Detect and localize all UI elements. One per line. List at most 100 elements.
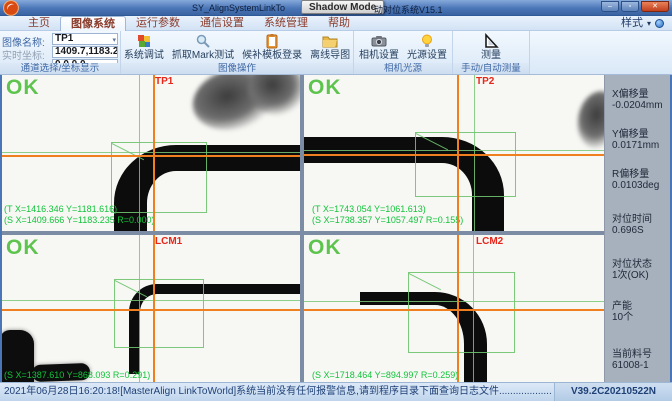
camera-label: LCM2	[476, 236, 503, 247]
coord-line: (S X=1409.666 Y=1183.235 R=0.000)	[4, 215, 155, 225]
light-settings-button[interactable]: 光源设置	[403, 32, 451, 61]
crosshair-h	[2, 309, 300, 311]
roi-diagonal	[416, 133, 449, 150]
image-name-select[interactable]: TP1 ▾	[52, 33, 118, 45]
camera-label: LCM1	[155, 236, 182, 247]
result-align-status: 对位状态 1次(OK)	[612, 259, 668, 281]
camera-settings-button[interactable]: 相机设置	[355, 32, 403, 61]
chevron-down-icon: ▾	[647, 16, 651, 31]
result-sidebar: X偏移量 -0.0204mm Y偏移量 0.0171mm R偏移量 0.0103…	[604, 75, 670, 382]
combo-arrow-icon: ▾	[112, 36, 116, 45]
coord-line: (S X=1718.464 Y=894.997 R=0.259)	[312, 370, 458, 380]
tab-help[interactable]: 帮助	[318, 16, 360, 31]
folder-icon	[322, 33, 338, 49]
result-value: 10个	[612, 312, 668, 323]
camera-view-tp2[interactable]: OK TP2 (T X=1743.054 Y=1061.613) (S X=17…	[304, 75, 604, 231]
crosshair-h	[2, 155, 300, 157]
horizontal-splitter[interactable]	[2, 231, 604, 235]
camera-label: TP2	[476, 76, 494, 87]
result-value: 0.0103deg	[612, 180, 668, 191]
style-menu[interactable]: 样式 ▾	[621, 16, 664, 31]
result-label: Y偏移量	[612, 129, 668, 140]
status-message: 2021年06月28日16:20:18![MasterAlign LinkToW…	[4, 383, 552, 401]
search-roi-box	[111, 142, 207, 213]
result-throughput: 产能 10个	[612, 301, 668, 323]
result-label: 对位时间	[612, 214, 668, 225]
app-logo-icon[interactable]	[3, 0, 19, 16]
measure-label: 测量	[481, 50, 501, 61]
ribbon: 图像名称: TP1 ▾ 实时坐标: 1409.7,1183.2 目标原点: 0.…	[0, 31, 672, 75]
tab-system-mgmt[interactable]: 系统管理	[254, 16, 318, 31]
window-title-left: SY_AlignSystemLinkTo	[192, 3, 285, 13]
result-align-time: 对位时间 0.696S	[612, 214, 668, 236]
image-name-row: 图像名称: TP1 ▾	[2, 33, 118, 45]
crosshair-v	[153, 75, 155, 231]
roi-diagonal	[409, 273, 442, 290]
search-roi-box	[408, 272, 515, 353]
measure-button[interactable]: 测量	[477, 32, 505, 61]
system-debug-label: 系统调试	[124, 50, 164, 61]
tab-home[interactable]: 主页	[18, 16, 60, 31]
tab-image-system[interactable]: 图像系统	[60, 16, 126, 31]
measure-buttons: 测量	[453, 32, 529, 63]
minimize-button[interactable]: –	[601, 1, 619, 12]
roi-diagonal	[115, 280, 148, 297]
search-roi-box	[114, 279, 204, 348]
search-roi-box	[415, 132, 516, 197]
viewport-area: OK TP1 (T X=1416.346 Y=1181.616) (S X=14…	[0, 75, 672, 382]
tab-comm-settings[interactable]: 通信设置	[190, 16, 254, 31]
tab-run-params[interactable]: 运行参数	[126, 16, 190, 31]
magnifier-icon	[195, 33, 211, 49]
camera-settings-label: 相机设置	[359, 50, 399, 61]
result-label: R偏移量	[612, 169, 668, 180]
result-label: X偏移量	[612, 89, 668, 100]
offline-map-button[interactable]: 离线导图	[306, 32, 354, 61]
camera-view-tp1[interactable]: OK TP1 (T X=1416.346 Y=1181.616) (S X=14…	[2, 75, 300, 231]
result-label: 当前料号	[612, 349, 668, 360]
system-debug-button[interactable]: 系统调试	[120, 32, 168, 61]
cube-icon	[136, 33, 152, 49]
realtime-coord-value: 1409.7,1183.2	[55, 46, 118, 57]
group-caption-camera-light: 相机光源	[354, 63, 452, 74]
camera-light-buttons: 相机设置 光源设置	[354, 32, 452, 63]
crosshair-h	[304, 154, 604, 156]
clipboard-icon	[264, 33, 280, 49]
status-bar: 2021年06月28日16:20:18![MasterAlign LinkToW…	[0, 382, 672, 401]
bulb-icon	[419, 33, 435, 49]
style-menu-label: 样式	[621, 16, 643, 31]
ruler-icon	[483, 33, 499, 49]
result-value: 1次(OK)	[612, 270, 668, 281]
shadow-mode-badge: Shadow Mode	[301, 0, 384, 14]
crosshair-v	[153, 235, 155, 382]
title-bar: SY_AlignSystemLinkTo Shadow Mode 动对位系统V1…	[0, 0, 672, 16]
result-r-offset: R偏移量 0.0103deg	[612, 169, 668, 191]
result-value: 0.696S	[612, 225, 668, 236]
app-window: SY_AlignSystemLinkTo Shadow Mode 动对位系统V1…	[0, 0, 672, 401]
camera-view-lcm1[interactable]: OK LCM1 (S X=1387.610 Y=868.093 R=0.291)	[2, 235, 300, 382]
coord-line: (S X=1387.610 Y=868.093 R=0.291)	[4, 370, 150, 380]
maximize-button[interactable]: ▫	[621, 1, 639, 12]
group-measure: 测量 手动/自动测量	[453, 31, 530, 74]
group-caption-measure: 手动/自动测量	[453, 63, 529, 74]
version-label: V39.2C20210522N	[554, 383, 672, 401]
group-image-ops: 系统调试 抓取Mark测试 候补模板登录	[121, 31, 354, 74]
result-label: 产能	[612, 301, 668, 312]
result-value: 0.0171mm	[612, 140, 668, 151]
grab-mark-test-button[interactable]: 抓取Mark测试	[168, 32, 238, 61]
template-register-button[interactable]: 候补模板登录	[238, 32, 306, 61]
result-part-number: 当前料号 61008-1	[612, 349, 668, 371]
close-button[interactable]: ✕	[641, 1, 669, 12]
group-caption-image-ops: 图像操作	[121, 63, 353, 74]
camera-view-lcm2[interactable]: OK LCM2 (S X=1718.464 Y=894.997 R=0.259)	[304, 235, 604, 382]
help-icon[interactable]	[655, 19, 664, 28]
realtime-coord-field[interactable]: 1409.7,1183.2	[52, 46, 118, 58]
status-ok: OK	[6, 76, 40, 100]
result-label: 对位状态	[612, 259, 668, 270]
camera-icon	[371, 33, 387, 49]
realtime-coord-row: 实时坐标: 1409.7,1183.2	[2, 46, 118, 58]
offline-map-label: 离线导图	[310, 50, 350, 61]
result-value: -0.0204mm	[612, 100, 668, 111]
group-channel-coords: 图像名称: TP1 ▾ 实时坐标: 1409.7,1183.2 目标原点: 0.…	[0, 31, 121, 74]
coord-line: (T X=1416.346 Y=1181.616)	[4, 204, 117, 214]
group-camera-light: 相机设置 光源设置 相机光源	[354, 31, 453, 74]
